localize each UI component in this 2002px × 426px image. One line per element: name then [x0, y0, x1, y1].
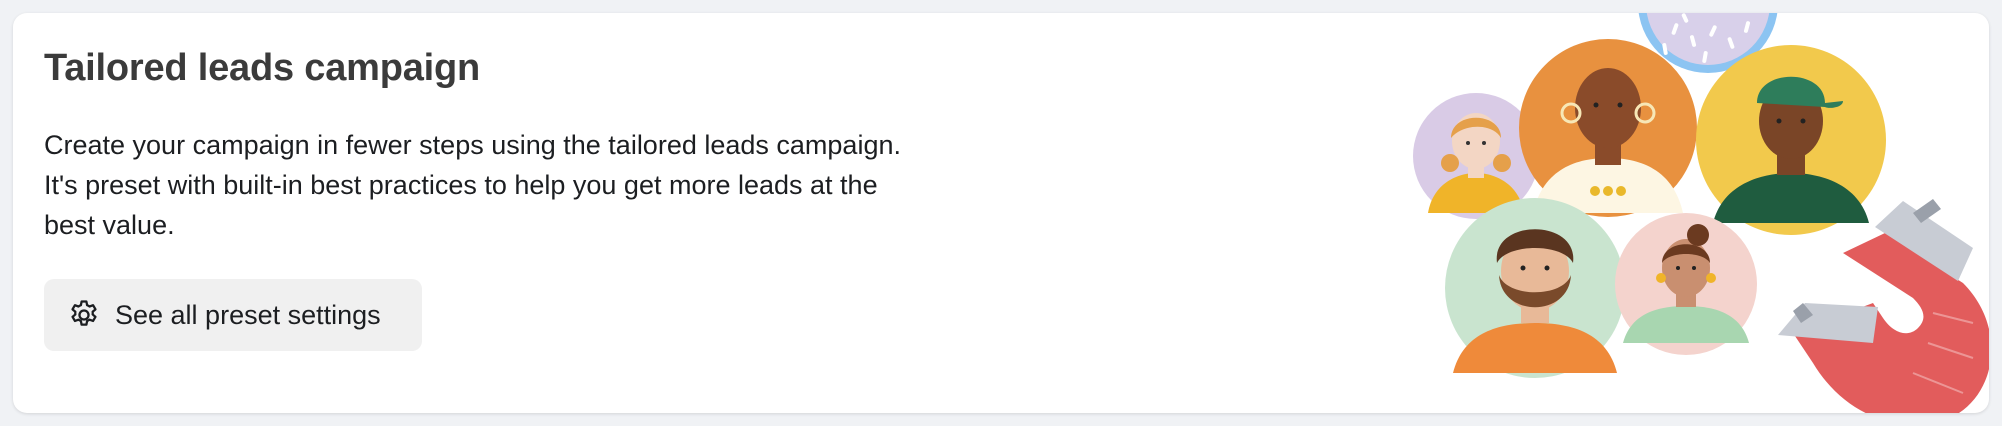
card-title: Tailored leads campaign — [44, 47, 481, 89]
gear-icon — [67, 298, 101, 332]
see-all-preset-settings-button[interactable]: See all preset settings — [44, 279, 422, 351]
description-line: best value. — [44, 210, 175, 240]
person-avatar-yellow — [1696, 45, 1886, 235]
description-line: It's preset with built-in best practices… — [44, 170, 878, 200]
description-line: Create your campaign in fewer steps usin… — [44, 130, 901, 160]
people-magnet-illustration — [1413, 13, 1989, 413]
tailored-leads-card: Tailored leads campaign Create your camp… — [13, 13, 1989, 413]
button-label: See all preset settings — [115, 299, 381, 330]
card-description: Create your campaign in fewer steps usin… — [44, 125, 994, 245]
person-avatar-pink — [1615, 213, 1757, 355]
person-avatar-orange — [1519, 39, 1697, 217]
person-avatar-green — [1445, 198, 1625, 378]
